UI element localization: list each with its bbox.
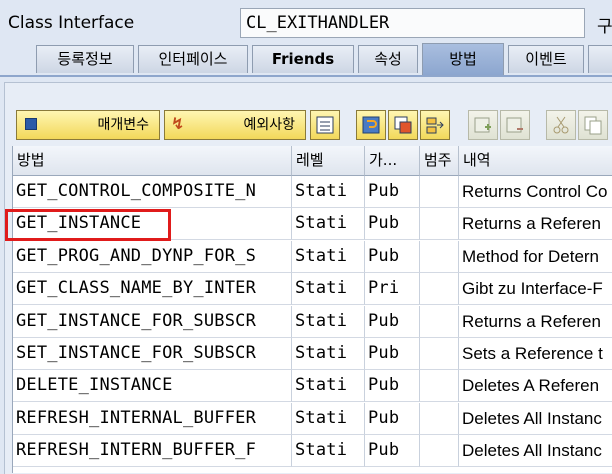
description-cell[interactable]: Sets a Reference t [459,338,612,370]
table-row[interactable]: GET_PROG_AND_DYNP_FOR_S Stati Pub Method fo… [13,240,612,273]
tab-underline [0,75,612,77]
column-header-level[interactable]: 레벨 [292,146,365,176]
table-row[interactable]: SET_INSTANCE_FOR_SUBSCR Stati Pub Sets a Re… [13,338,612,370]
description-cell[interactable]: Deletes All Instanc [459,403,612,435]
class-interface-field[interactable]: CL_EXITHANDLER [240,8,585,38]
description-cell[interactable]: Deletes All Instanc [459,435,612,468]
table-row[interactable]: GET_CLASS_NAME_BY_INTER Stati Pri Gibt zu I… [13,273,612,306]
level-cell[interactable]: Stati [292,435,365,468]
category-cell[interactable] [420,176,459,208]
method-name-cell[interactable]: GET_CONTROL_COMPOSITE_N [13,176,292,208]
category-cell[interactable] [420,435,459,468]
methods-table: 방법 레벨 가... 범주 내역 GET_CONTROL_COMPOSITE_N… [12,146,612,473]
visibility-cell[interactable]: Pub [365,176,420,208]
tab-events[interactable]: 이벤트 [508,45,584,73]
category-cell[interactable] [420,338,459,370]
level-cell[interactable]: Stati [292,273,365,306]
level-cell[interactable]: Stati [292,402,365,435]
method-name-cell[interactable]: REFRESH_INTERNAL_BUFFER [13,402,292,435]
column-header-category[interactable]: 범주 [420,146,459,176]
method-name-cell[interactable]: GET_INSTANCE_FOR_SUBSCR [13,305,292,338]
tab-methods[interactable]: 방법 [422,43,504,75]
method-name-cell[interactable]: SET_INSTANCE_FOR_SUBSCR [13,338,292,370]
visibility-cell[interactable]: Pub [365,338,420,370]
category-cell[interactable] [420,240,459,273]
category-cell[interactable] [420,208,459,241]
tab-friends[interactable]: Friends [252,45,354,73]
visibility-cell[interactable]: Pub [365,208,420,241]
tab-attributes[interactable]: 속성 [358,45,418,73]
parameters-button-label: 매개변수 [97,117,149,133]
level-cell[interactable]: Stati [292,176,365,208]
class-interface-label: Class Interface [8,13,135,33]
exceptions-icon: ↯ [171,114,185,133]
visibility-cell[interactable]: Pub [365,240,420,273]
tab-strip: 등록정보 인터페이스 Friends 속성 방법 이벤트 [0,43,612,75]
table-row[interactable]: GET_INSTANCE Stati Pub Returns a Referen [13,208,612,241]
tab-more[interactable] [588,45,612,73]
method-name-cell[interactable]: DELETE_INSTANCE [13,370,292,403]
detail-view-icon[interactable] [310,110,340,140]
description-cell[interactable]: Method for Detern [459,241,612,273]
description-cell[interactable]: Deletes A Referen [459,370,612,403]
header-extra-label: 구 [597,17,612,37]
source-code-icon[interactable] [356,110,386,140]
description-cell[interactable]: Gibt zu Interface-F [459,273,612,306]
visibility-cell[interactable]: Pub [365,305,420,338]
visibility-cell[interactable]: Pri [365,273,420,306]
visibility-cell[interactable]: Pub [365,370,420,403]
method-name-cell[interactable]: REFRESH_INTERN_BUFFER_F [13,435,292,468]
category-cell[interactable] [420,305,459,338]
category-cell[interactable] [420,402,459,435]
table-row[interactable]: GET_INSTANCE_FOR_SUBSCR Stati Pub Returns a… [13,305,612,338]
tab-properties[interactable]: 등록정보 [36,45,134,73]
tab-interfaces[interactable]: 인터페이스 [138,45,248,73]
delete-row-icon[interactable] [500,110,530,140]
category-cell[interactable] [420,273,459,306]
column-header-visibility[interactable]: 가... [365,146,420,176]
level-cell[interactable]: Stati [292,338,365,370]
visibility-cell[interactable]: Pub [365,435,420,468]
level-cell[interactable]: Stati [292,305,365,338]
table-row[interactable]: REFRESH_INTERN_BUFFER_F Stati Pub Deletes A… [13,435,612,468]
category-cell[interactable] [420,370,459,403]
copy-method-icon[interactable] [388,110,418,140]
parameters-button[interactable]: 매개변수 [16,110,160,140]
exceptions-button[interactable]: ↯ 예외사항 [164,110,306,140]
copy-icon[interactable] [578,110,608,140]
parameters-icon [25,118,37,130]
table-row[interactable]: REFRESH_INTERNAL_BUFFER Stati Pub Deletes A… [13,402,612,435]
method-name-cell[interactable]: GET_INSTANCE [13,208,292,241]
level-cell[interactable]: Stati [292,240,365,273]
column-header-method[interactable]: 방법 [13,146,292,176]
redefine-icon[interactable] [420,110,450,140]
description-cell[interactable]: Returns Control Co [459,176,612,208]
table-row[interactable]: GET_CONTROL_COMPOSITE_N Stati Pub Returns C… [13,176,612,208]
description-cell[interactable]: Returns a Referen [459,208,612,241]
method-name-cell[interactable]: GET_PROG_AND_DYNP_FOR_S [13,240,292,273]
level-cell[interactable]: Stati [292,370,365,403]
cut-icon[interactable] [546,110,576,140]
exceptions-button-label: 예외사항 [243,117,295,133]
description-cell[interactable]: Returns a Referen [459,306,612,338]
method-name-cell[interactable]: GET_CLASS_NAME_BY_INTER [13,273,292,306]
visibility-cell[interactable]: Pub [365,402,420,435]
table-row[interactable]: DELETE_INSTANCE Stati Pub Deletes A Referen [13,370,612,403]
column-header-description[interactable]: 내역 [459,146,612,176]
insert-row-icon[interactable] [468,110,498,140]
level-cell[interactable]: Stati [292,208,365,241]
